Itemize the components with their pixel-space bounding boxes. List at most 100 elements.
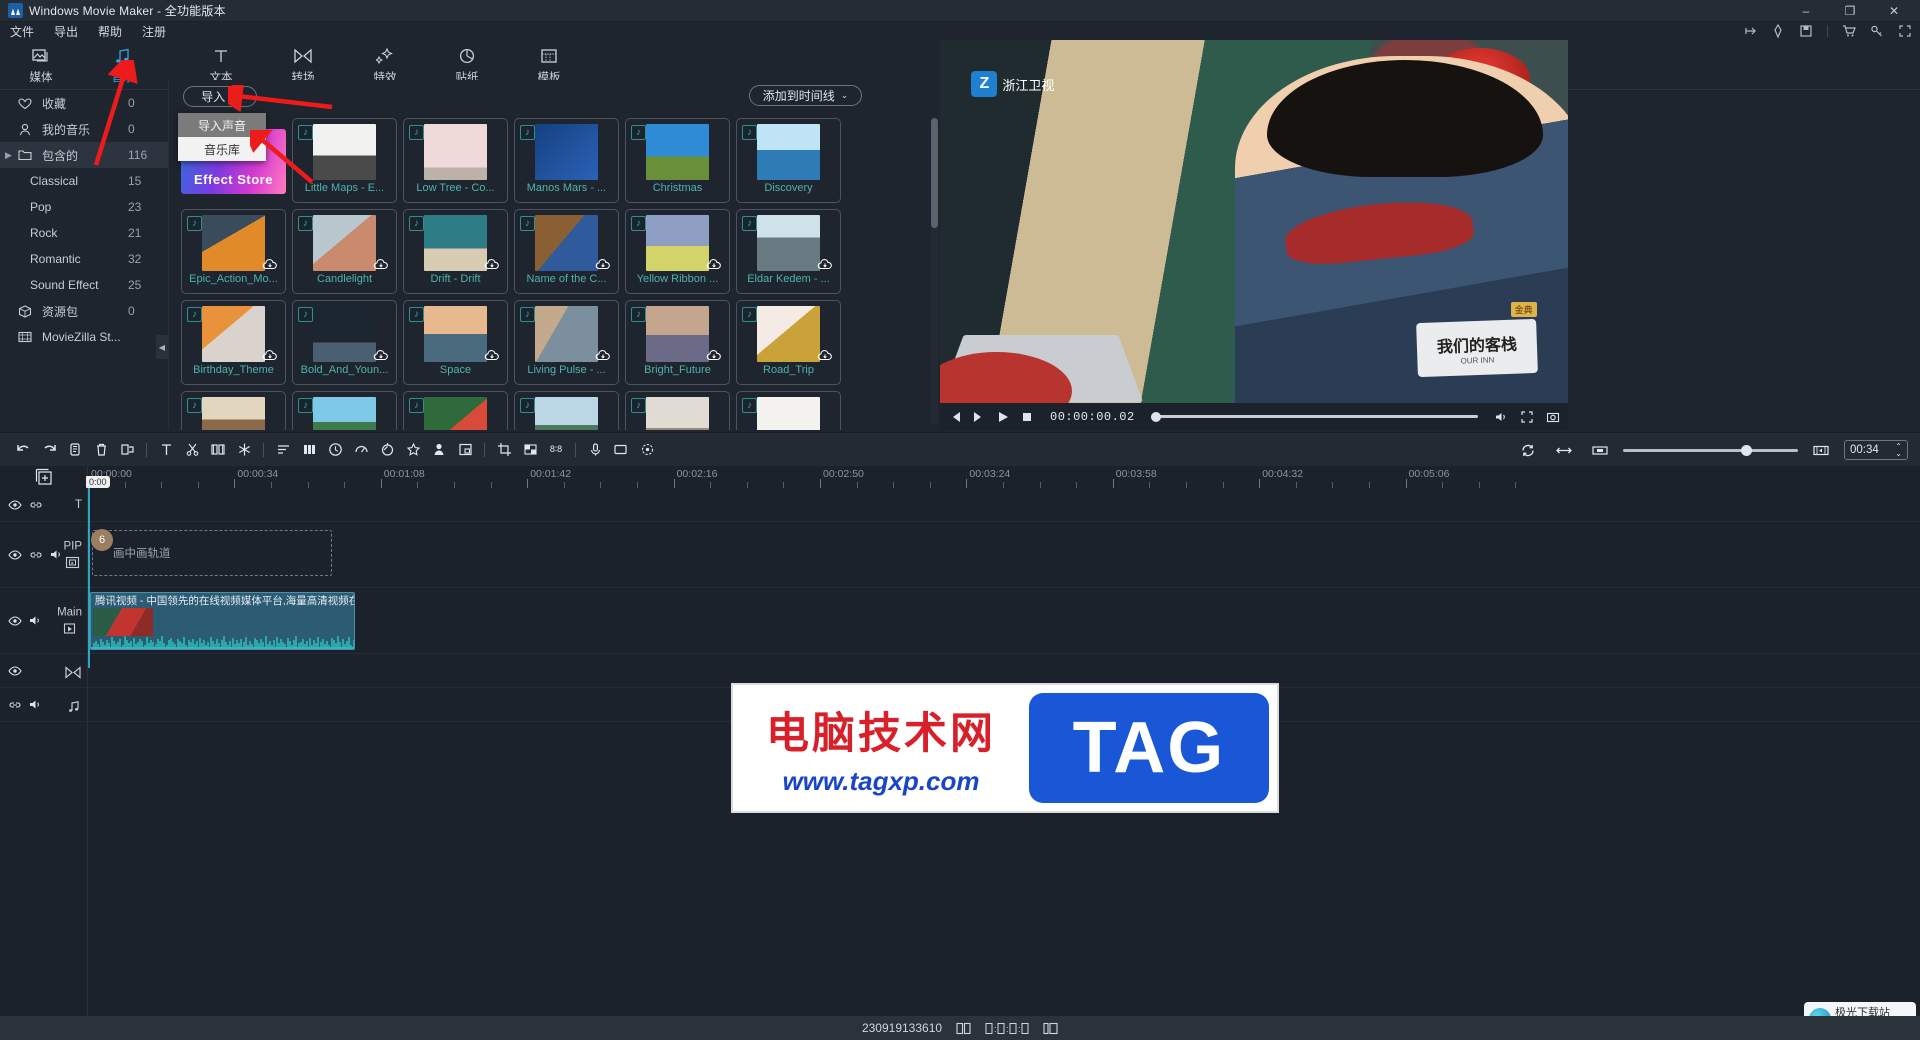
tab-text[interactable]: 文本 <box>180 44 262 85</box>
music-card[interactable]: ♪Happy_Home <box>403 391 508 430</box>
sidebar-item-pop[interactable]: Pop 23 <box>0 194 168 220</box>
cloud-download-icon[interactable] <box>262 257 278 270</box>
timecode-icon[interactable]: ::: <box>985 1022 1029 1035</box>
music-card[interactable]: ♪ Eldar Kedem - ... <box>736 209 841 294</box>
split-paste-icon[interactable] <box>114 437 140 463</box>
playhead[interactable] <box>88 488 90 668</box>
track-main-body[interactable]: 腾讯视频 - 中国领先的在线视频媒体平台,海量高清视频在 00:0 <box>88 588 1920 653</box>
rocket-icon[interactable] <box>1771 23 1785 39</box>
pip-track-icon[interactable] <box>63 555 82 569</box>
plug-icon[interactable] <box>1743 24 1757 38</box>
music-card[interactable]: ♪ Manos Mars - ... <box>514 118 619 203</box>
speaker-icon-pip[interactable] <box>50 549 63 560</box>
link-icon[interactable] <box>29 500 43 510</box>
cloud-download-icon[interactable] <box>706 348 722 361</box>
sidebar-item-my-music[interactable]: 我的音乐 0 <box>0 116 168 142</box>
layout-icon[interactable] <box>1043 1022 1058 1035</box>
menu-register[interactable]: 注册 <box>142 23 166 40</box>
mosaic-icon[interactable] <box>517 437 543 463</box>
grid-icon[interactable] <box>956 1022 971 1035</box>
zoom-out-icon[interactable] <box>1587 437 1613 463</box>
sidebar-item-romantic[interactable]: Romantic 32 <box>0 246 168 272</box>
sidebar-item-moviezilla[interactable]: MovieZilla St... <box>0 324 168 350</box>
cloud-download-icon[interactable] <box>484 348 500 361</box>
link-icon-audio[interactable] <box>8 700 22 710</box>
fullscreen-icon-player[interactable] <box>1520 410 1534 424</box>
cloud-download-icon[interactable] <box>373 348 389 361</box>
maximize-button[interactable]: ❐ <box>1828 0 1872 21</box>
columns-icon[interactable] <box>296 437 322 463</box>
list-icon[interactable] <box>270 437 296 463</box>
screen-icon[interactable] <box>608 437 634 463</box>
music-card[interactable]: ♪ Road_Trip <box>736 300 841 385</box>
menu-help[interactable]: 帮助 <box>98 23 122 40</box>
sidebar-item-classical[interactable]: Classical 15 <box>0 168 168 194</box>
eye-icon-pip[interactable] <box>8 549 22 560</box>
player-progress-knob[interactable] <box>1150 411 1161 422</box>
key-icon[interactable] <box>1870 24 1884 38</box>
sidebar-item-rock[interactable]: Rock 21 <box>0 220 168 246</box>
clip-icon[interactable] <box>205 437 231 463</box>
clock-icon[interactable] <box>322 437 348 463</box>
music-card[interactable]: ♪ Yellow Ribbon ... <box>625 209 730 294</box>
music-card[interactable]: ♪ <box>625 391 730 430</box>
track-pip[interactable]: PIP 6 画中画轨道 <box>0 522 1920 588</box>
tab-music[interactable]: 音乐 <box>82 44 164 85</box>
timeline-duration-field[interactable]: 00:34 ⌃ ⌄ <box>1844 440 1908 460</box>
menu-export[interactable]: 导出 <box>54 23 78 40</box>
cloud-download-icon[interactable] <box>595 348 611 361</box>
video-track-icon[interactable] <box>57 621 82 635</box>
close-button[interactable]: ✕ <box>1872 0 1916 21</box>
sidebar-item-sound-effect[interactable]: Sound Effect 25 <box>0 272 168 298</box>
duration-stepper[interactable]: ⌃ ⌄ <box>1895 443 1902 458</box>
refresh-icon[interactable] <box>1515 437 1541 463</box>
eye-icon-main[interactable] <box>8 615 22 626</box>
speed-icon[interactable] <box>348 437 374 463</box>
cloud-download-icon[interactable] <box>373 257 389 270</box>
minimize-button[interactable]: – <box>1784 0 1828 21</box>
music-card[interactable]: ♪Lights on the G... <box>292 391 397 430</box>
zoom-in-icon[interactable] <box>1808 437 1834 463</box>
tab-sticker[interactable]: 贴纸 <box>426 44 508 85</box>
settings-icon[interactable] <box>634 437 660 463</box>
transition-track-icon[interactable] <box>64 665 82 679</box>
pip-icon[interactable] <box>452 437 478 463</box>
redo-icon[interactable] <box>36 437 62 463</box>
cloud-download-icon[interactable] <box>706 257 722 270</box>
prev-frame-icon[interactable] <box>948 410 962 424</box>
fit-icon[interactable] <box>1551 437 1577 463</box>
eye-icon[interactable] <box>8 499 22 510</box>
cart-icon[interactable] <box>1842 24 1856 38</box>
music-card[interactable]: ♪ Little Maps - E... <box>292 118 397 203</box>
sidebar-item-favorites[interactable]: 收藏 0 <box>0 90 168 116</box>
mic-icon[interactable] <box>582 437 608 463</box>
add-track-icon[interactable] <box>0 466 88 488</box>
cloud-download-icon[interactable] <box>595 257 611 270</box>
eye-icon-transition[interactable] <box>8 665 22 676</box>
add-to-timeline-button[interactable]: 添加到时间线 ⌄ <box>749 85 862 106</box>
preview-player[interactable]: Z 浙江卫视 金典 我们的客栈 OUR INN <box>940 40 1568 430</box>
chevron-right-icon[interactable]: ▶ <box>5 150 12 161</box>
portrait-icon[interactable] <box>426 437 452 463</box>
import-button[interactable]: 导入 ⌄ <box>183 85 257 107</box>
main-video-clip[interactable]: 腾讯视频 - 中国领先的在线视频媒体平台,海量高清视频在 00:0 <box>90 592 355 650</box>
next-frame-icon[interactable] <box>972 410 986 424</box>
cloud-download-icon[interactable] <box>817 348 833 361</box>
menu-item-import-sound[interactable]: 导入声音 <box>178 113 266 137</box>
rotate-icon[interactable] <box>374 437 400 463</box>
music-grid[interactable]: Effect Store ♪ Little Maps - E... ♪ Low Tree… <box>169 112 941 430</box>
music-card[interactable]: ♪ Space <box>403 300 508 385</box>
text-icon-tl[interactable] <box>153 437 179 463</box>
save-icon[interactable] <box>1799 24 1813 38</box>
tab-effects[interactable]: 特效 <box>344 44 426 85</box>
music-card[interactable]: ♪ <box>514 391 619 430</box>
star-icon[interactable] <box>400 437 426 463</box>
menu-item-music-library[interactable]: 音乐库 <box>178 137 266 161</box>
fullscreen-icon[interactable] <box>1898 24 1912 38</box>
freeze-icon[interactable] <box>231 437 257 463</box>
music-card[interactable]: ♪ Drift - Drift <box>403 209 508 294</box>
scissors-icon[interactable] <box>179 437 205 463</box>
timeline-zoom-knob[interactable] <box>1741 444 1752 456</box>
menu-file[interactable]: 文件 <box>10 23 34 40</box>
track-text-body[interactable] <box>88 488 1920 521</box>
